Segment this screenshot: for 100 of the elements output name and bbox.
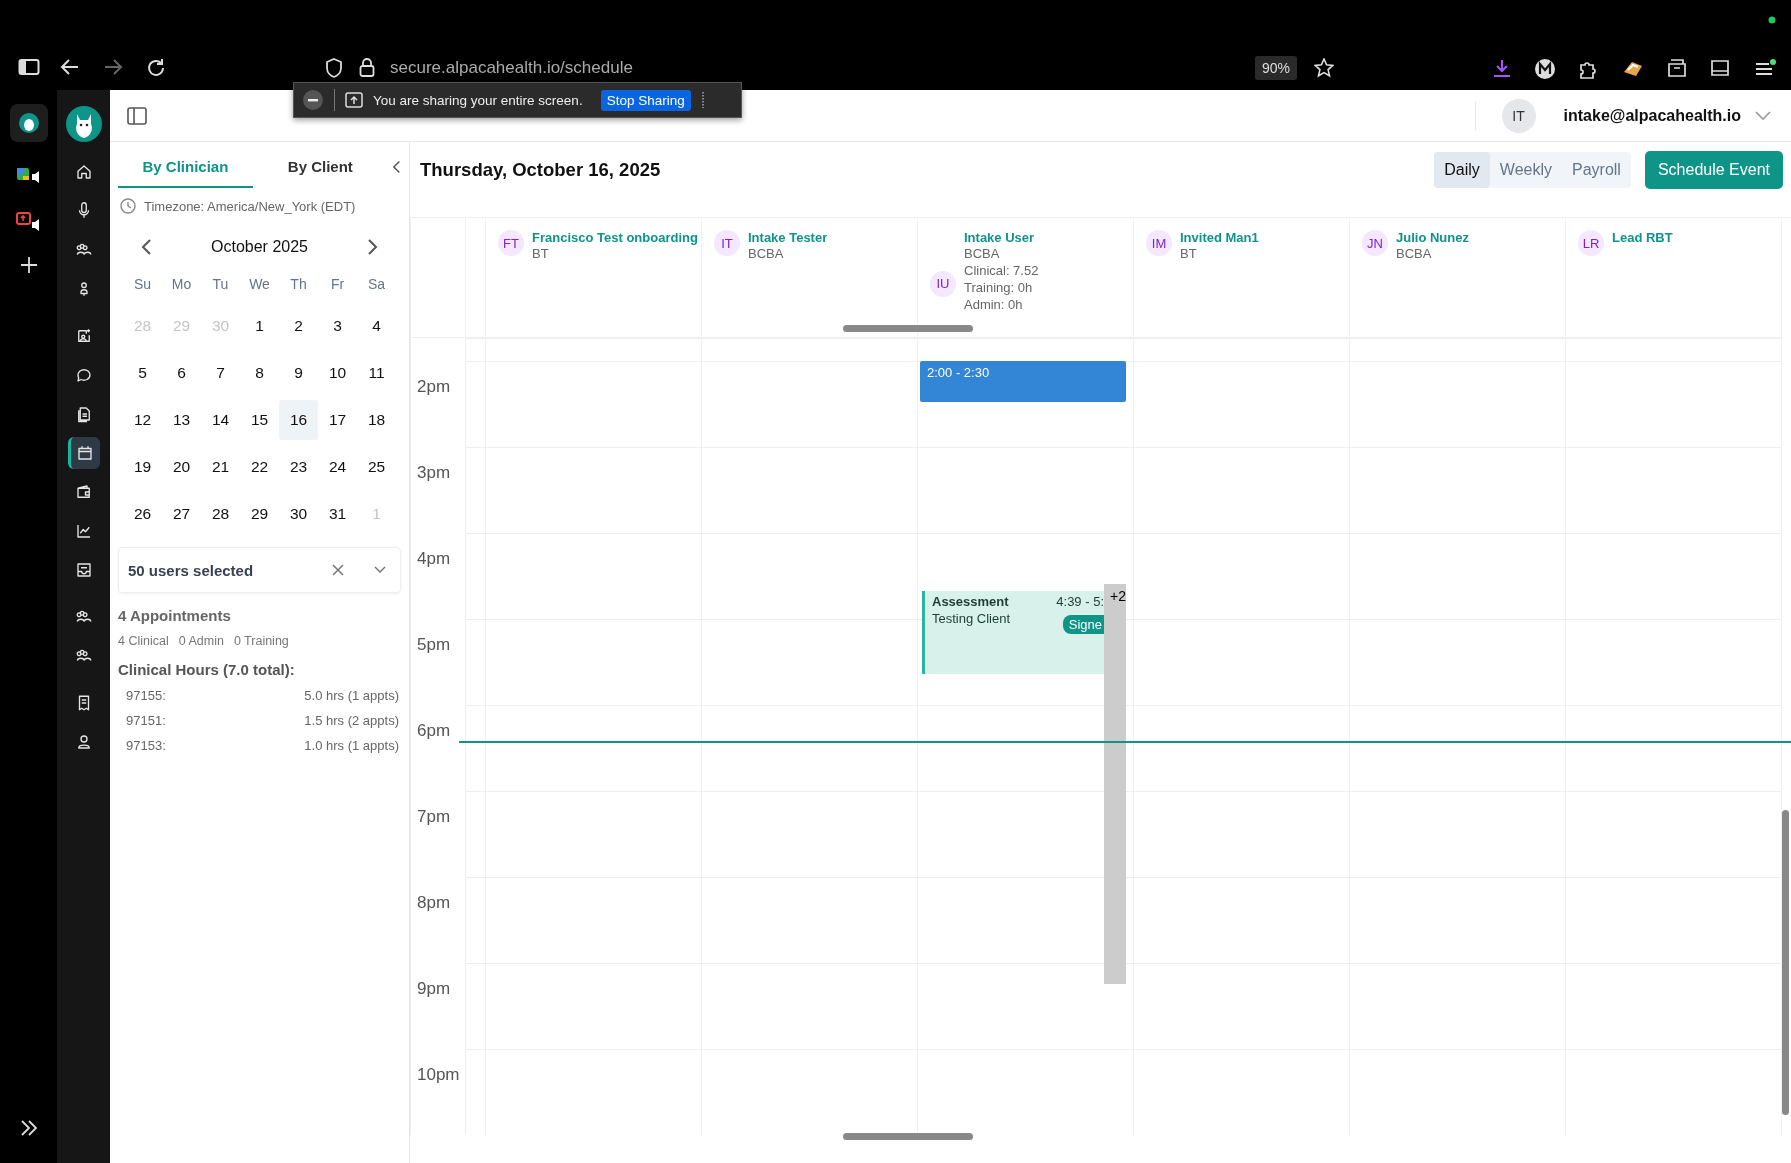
back-icon[interactable]: [60, 58, 80, 76]
calendar-day[interactable]: 14: [201, 400, 240, 440]
code-hours: 5.0 hrs (1 appts): [304, 688, 399, 703]
url-text[interactable]: secure.alpacahealth.io/schedule: [390, 58, 633, 78]
clinician-name[interactable]: Intake User: [964, 230, 1039, 245]
next-month-icon[interactable]: [367, 238, 379, 256]
calendar-day[interactable]: 19: [123, 447, 162, 487]
llama-logo-icon[interactable]: [65, 106, 102, 142]
calendar-day[interactable]: 18: [357, 400, 396, 440]
zoom-level[interactable]: 90%: [1255, 56, 1298, 80]
wallet-icon: [74, 483, 93, 501]
calendar-day[interactable]: 27: [162, 494, 201, 534]
calendar-day[interactable]: 1: [240, 306, 279, 346]
clinician-name[interactable]: Francisco Test onboarding: [532, 230, 698, 245]
clinician-name[interactable]: Intake Tester: [748, 230, 828, 245]
reload-icon[interactable]: [146, 58, 166, 78]
appointment-time: 4:39 - 5:: [1056, 594, 1104, 609]
schedule-event-button[interactable]: Schedule Event: [1644, 151, 1783, 189]
clinician-initials: JN: [1362, 230, 1388, 256]
panel-tab[interactable]: By Clinician: [118, 146, 253, 188]
archive-icon[interactable]: [1667, 58, 1687, 78]
minimize-icon[interactable]: [302, 89, 324, 111]
clinician-detail: BT: [1180, 245, 1198, 262]
appointment-card[interactable]: Assessment 4:39 - 5: Testing Client Signe: [922, 591, 1104, 674]
drag-handle-icon[interactable]: [700, 91, 705, 109]
calendar-day[interactable]: 20: [162, 447, 201, 487]
hour-label: 3pm: [417, 463, 451, 483]
calendar-day[interactable]: 11: [357, 353, 396, 393]
stop-sharing-button[interactable]: Stop Sharing: [600, 89, 691, 111]
calendar-day[interactable]: 7: [201, 353, 240, 393]
calendar-day[interactable]: 31: [318, 494, 357, 534]
calendar-day[interactable]: 6: [162, 353, 201, 393]
user-filter-field[interactable]: 50 users selected: [118, 547, 401, 593]
expand-icon[interactable]: [18, 1119, 39, 1137]
weekday-label: Tu: [211, 275, 230, 294]
star-icon[interactable]: [1314, 58, 1334, 78]
sidebar-toggle-icon[interactable]: [18, 58, 40, 76]
panel-tab[interactable]: By Client: [252, 146, 388, 188]
forward-icon[interactable]: [103, 58, 123, 76]
calendar-day[interactable]: 15: [240, 400, 279, 440]
calendar-day[interactable]: 5: [123, 353, 162, 393]
hour-label: 4pm: [417, 549, 451, 569]
hour-label: 5pm: [417, 635, 451, 655]
time-block[interactable]: 2:00 - 2:30: [920, 361, 1126, 402]
clinician-detail: Admin: 0h: [964, 296, 1024, 313]
calendar-day[interactable]: 28: [201, 494, 240, 534]
clinician-detail: BCBA: [964, 245, 1001, 262]
clinician-name[interactable]: Julio Nunez: [1396, 230, 1469, 245]
code-hours: 1.5 hrs (2 appts): [304, 713, 399, 728]
menu-icon[interactable]: [1754, 58, 1776, 78]
calendar-day[interactable]: 3: [318, 306, 357, 346]
clinician-name[interactable]: Lead RBT: [1612, 230, 1673, 245]
calendar-day[interactable]: 16: [279, 400, 318, 440]
add-icon[interactable]: [19, 256, 38, 274]
account-email[interactable]: intake@alpacahealth.io: [1563, 106, 1741, 125]
chevron-left-icon[interactable]: [391, 160, 401, 174]
view-tab[interactable]: Daily: [1434, 152, 1490, 188]
calendar-day[interactable]: 9: [279, 353, 318, 393]
month-title: October 2025: [211, 238, 308, 256]
calendar-day[interactable]: 24: [318, 447, 357, 487]
nav-item[interactable]: [67, 437, 100, 469]
calendar-day[interactable]: 4: [357, 306, 396, 346]
user-filter-value: 50 users selected: [128, 561, 255, 579]
shield-icon[interactable]: [325, 58, 343, 78]
app-tab-icon[interactable]: [9, 104, 48, 142]
more-count: +2: [1110, 588, 1126, 604]
scrollbar-thumb[interactable]: [843, 1133, 973, 1140]
view-tab[interactable]: Weekly: [1489, 152, 1562, 188]
clinician-initials: IT: [714, 230, 740, 256]
calendar-day[interactable]: 22: [240, 447, 279, 487]
clinician-name[interactable]: Invited Man1: [1180, 230, 1259, 245]
calendar-day[interactable]: 8: [240, 353, 279, 393]
sidebar-icon[interactable]: [1710, 58, 1730, 78]
chevron-down-icon[interactable]: [1755, 110, 1771, 121]
clear-icon[interactable]: [332, 564, 344, 576]
appointments-count: 4 Appointments: [118, 607, 232, 624]
calendar-day[interactable]: 26: [123, 494, 162, 534]
panel-toggle-icon[interactable]: [127, 106, 147, 125]
calendar-day[interactable]: 23: [279, 447, 318, 487]
scrollbar-thumb[interactable]: [1782, 810, 1789, 1115]
calendar-day[interactable]: 17: [318, 400, 357, 440]
view-tab[interactable]: Payroll: [1562, 152, 1631, 188]
clinician-initials: IM: [1146, 230, 1172, 256]
calendar-day[interactable]: 2: [279, 306, 318, 346]
more-events-bar[interactable]: +2: [1104, 584, 1126, 984]
download-icon[interactable]: [1492, 58, 1512, 78]
calendar-day[interactable]: 29: [240, 494, 279, 534]
calendar-day[interactable]: 12: [123, 400, 162, 440]
calendar-day[interactable]: 21: [201, 447, 240, 487]
calendar-day[interactable]: 13: [162, 400, 201, 440]
scrollbar-thumb[interactable]: [843, 325, 973, 332]
chevron-down-icon[interactable]: [374, 566, 386, 574]
calendar-day[interactable]: 30: [279, 494, 318, 534]
profile-icon[interactable]: [1534, 58, 1556, 80]
weekday-label: Su: [132, 275, 153, 294]
previous-month-icon[interactable]: [140, 238, 152, 256]
user-avatar[interactable]: IT: [1501, 98, 1536, 133]
calendar-day[interactable]: 25: [357, 447, 396, 487]
calendar-day[interactable]: 10: [318, 353, 357, 393]
appointment-type-count: 0 Admin: [178, 634, 224, 648]
